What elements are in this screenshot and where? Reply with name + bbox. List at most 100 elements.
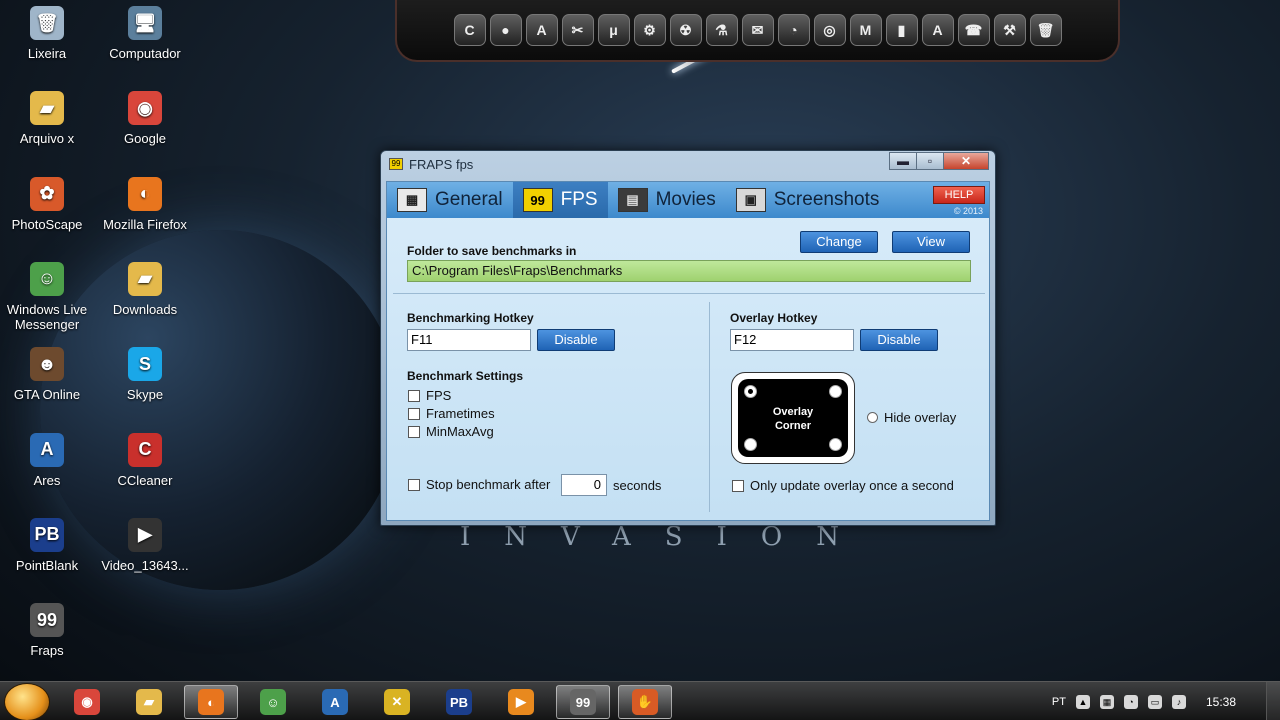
view-button[interactable]: View (892, 231, 970, 253)
ares-icon: A (322, 689, 348, 715)
dock-launcher-icon[interactable]: ☎ (957, 14, 990, 46)
network-icon[interactable]: ▦ (1099, 694, 1114, 709)
fps-checkbox[interactable] (408, 389, 420, 402)
desktop-icon[interactable]: ▰ Arquivo x (0, 91, 95, 146)
tab-movies[interactable]: ▤ Movies (608, 182, 726, 218)
desktop-icon-label: PhotoScape (11, 216, 83, 232)
dock-launcher-icon[interactable]: C (453, 14, 486, 46)
update-overlay-checkbox[interactable] (732, 479, 744, 492)
minimize-button[interactable]: ▬ (889, 152, 917, 170)
show-hidden-icons-icon[interactable]: ▲ (1075, 694, 1090, 709)
taskbar-button[interactable]: A (308, 685, 362, 719)
dock-launcher-icon[interactable]: ✂ (561, 14, 594, 46)
frametimes-checkbox-row[interactable]: Frametimes (408, 406, 495, 421)
overlay-disable-button[interactable]: Disable (860, 329, 938, 351)
tab-fps[interactable]: 99 FPS (512, 182, 608, 218)
taskbar-button[interactable]: ▰ (122, 685, 176, 719)
clock[interactable]: 15:38 (1206, 695, 1236, 709)
bottom-right-corner-radio[interactable] (829, 438, 842, 451)
dock-launcher-icon[interactable]: ☢ (669, 14, 702, 46)
dock-launcher-icon[interactable]: 🗑 (1029, 14, 1062, 46)
desktop-icon[interactable]: ▰ Downloads (97, 261, 193, 317)
desktop-icon[interactable]: ☻ GTA Online (0, 347, 95, 402)
desktop-icon[interactable]: C CCleaner (97, 432, 193, 488)
dock-launcher-icon[interactable]: ● (489, 14, 522, 46)
minmaxavg-checkbox-row[interactable]: MinMaxAvg (408, 424, 494, 439)
tab-screenshots[interactable]: ▣ Screenshots (726, 182, 890, 218)
taskbar-button[interactable]: ✕ (370, 685, 424, 719)
glove-icon: ✋ (632, 689, 658, 715)
show-desktop-button[interactable] (1266, 682, 1280, 720)
dock-launcher-icon[interactable]: A (921, 14, 954, 46)
desktop-icon[interactable]: 🖥 Computador (97, 6, 193, 61)
language-indicator[interactable]: PT (1052, 696, 1066, 708)
update-icon[interactable]: ◔ (1123, 694, 1138, 709)
monitor-icon[interactable]: ▭ (1147, 694, 1162, 709)
tab-bar: ▦ General 99 FPS ▤ Movies ▣ Screenshots … (387, 182, 989, 218)
frametimes-checkbox[interactable] (408, 407, 420, 420)
change-button[interactable]: Change (800, 231, 878, 253)
fraps-icon: 99 (389, 158, 403, 170)
desktop-icon[interactable]: PB PointBlank (0, 517, 95, 573)
stop-benchmark-row[interactable]: Stop benchmark after (408, 477, 550, 492)
desktop-icon[interactable]: ✿ PhotoScape (0, 176, 95, 232)
help-button[interactable]: HELP (933, 186, 985, 204)
taskbar-button[interactable]: ☺ (246, 685, 300, 719)
close-button[interactable]: ✕ (943, 152, 989, 170)
dock-launcher-icon[interactable]: ⚗ (705, 14, 738, 46)
tab-screenshots-label: Screenshots (773, 189, 880, 210)
overlay-corner-selector: Overlay Corner (731, 372, 855, 464)
window-controls: ▬ ▫ ✕ (889, 152, 989, 170)
desktop-icon-label: CCleaner (117, 472, 173, 488)
desktop-icon-label: Fraps (30, 643, 64, 659)
taskbar-button[interactable]: PB (432, 685, 486, 719)
overlay-hotkey-field[interactable]: F12 (730, 329, 854, 351)
taskbar-button[interactable]: 99 (556, 685, 610, 719)
volume-icon[interactable]: ♪ (1171, 694, 1186, 709)
stop-seconds-field[interactable]: 0 (561, 474, 607, 496)
taskbar-button[interactable]: ◉ (60, 685, 114, 719)
dock-launcher-icon[interactable]: ◎ (813, 14, 846, 46)
pointblank-icon: PB (446, 689, 472, 715)
benchmark-disable-button[interactable]: Disable (537, 329, 615, 351)
desktop-icon[interactable]: ☺ Windows Live Messenger (0, 261, 95, 332)
desktop-icon[interactable]: S Skype (97, 347, 193, 402)
dock-launcher-icon[interactable]: ⚒ (993, 14, 1026, 46)
top-left-corner-radio[interactable] (744, 385, 757, 398)
minmaxavg-checkbox[interactable] (408, 425, 420, 438)
tab-general[interactable]: ▦ General (387, 182, 513, 218)
folder-icon: ▰ (128, 261, 162, 296)
desktop-icon[interactable]: ▶ Video_13643... (97, 517, 193, 573)
update-overlay-row[interactable]: Only update overlay once a second (732, 478, 954, 493)
dock-launcher-icon[interactable]: ⚙ (633, 14, 666, 46)
maximize-button[interactable]: ▫ (916, 152, 944, 170)
desktop-icon[interactable]: 🗑 Lixeira (0, 6, 95, 61)
start-button[interactable] (4, 683, 50, 720)
dock-launcher-icon[interactable]: ✉ (741, 14, 774, 46)
dock-launcher-icon[interactable]: ▮ (885, 14, 918, 46)
column-divider (709, 302, 710, 512)
explorer-icon: ▰ (136, 689, 162, 715)
hide-overlay-radio[interactable] (867, 412, 878, 423)
benchmark-folder-field[interactable]: C:\Program Files\Fraps\Benchmarks (407, 260, 971, 282)
taskbar-button[interactable]: ✋ (618, 685, 672, 719)
desktop-icon[interactable]: A Ares (0, 432, 95, 488)
top-right-corner-radio[interactable] (829, 385, 842, 398)
desktop-icon[interactable]: ◐ Mozilla Firefox (97, 176, 193, 232)
bottom-left-corner-radio[interactable] (744, 438, 757, 451)
stop-benchmark-checkbox[interactable] (408, 478, 420, 491)
dock-launcher-icon[interactable]: A (525, 14, 558, 46)
desktop-icon[interactable]: 99 Fraps (0, 603, 95, 658)
taskbar-button[interactable]: ◐ (184, 685, 238, 719)
dock-launcher-icon[interactable]: M (849, 14, 882, 46)
hide-overlay-row[interactable]: Hide overlay (867, 410, 956, 425)
section-divider (393, 293, 985, 294)
taskbar-button[interactable]: ▶ (494, 685, 548, 719)
desktop-icon[interactable]: ◉ Google (97, 91, 193, 146)
dock-launcher-icon[interactable]: μ (597, 14, 630, 46)
overlay-hotkey-label: Overlay Hotkey (730, 311, 818, 325)
benchmark-hotkey-field[interactable]: F11 (407, 329, 531, 351)
dock-launcher-icon[interactable]: ◔ (777, 14, 810, 46)
fps-checkbox-row[interactable]: FPS (408, 388, 451, 403)
system-tray: PT ▲ ▦ ◔ ▭ ♪ 15:38 (1052, 682, 1280, 720)
